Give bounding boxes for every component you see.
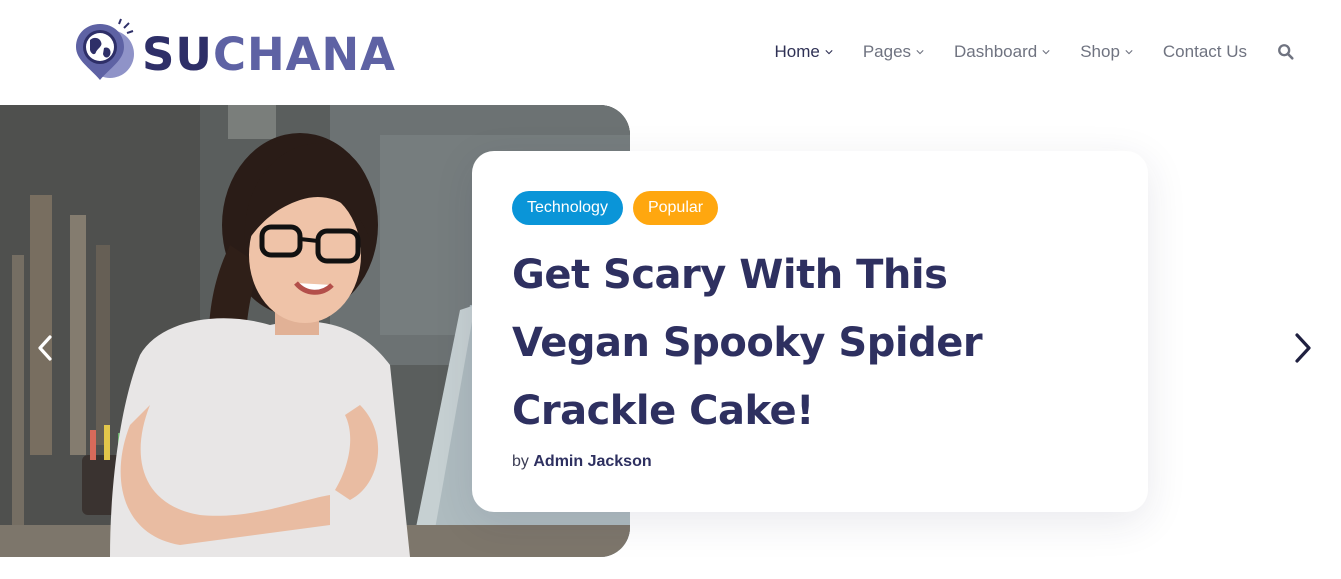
logo-prefix: SU	[142, 27, 213, 81]
main-nav: Home Pages Dashboard Shop Contact Us	[744, 40, 1295, 64]
post-title-line-1: Get Scary With This	[512, 252, 948, 298]
post-byline: by Admin Jackson	[512, 453, 652, 471]
nav-label-contact: Contact Us	[1162, 42, 1247, 61]
post-author[interactable]: Admin Jackson	[533, 453, 651, 470]
nav-label-dashboard: Dashboard	[954, 42, 1038, 61]
chevron-down-icon	[825, 50, 833, 55]
nav-item-contact[interactable]: Contact Us	[1163, 42, 1247, 62]
post-title-line-3: Crackle Cake!	[512, 388, 814, 434]
tag-popular[interactable]: Popular	[632, 191, 719, 225]
site-logo[interactable]: SU CHANA	[70, 18, 396, 84]
logo-wordmark: SU CHANA	[142, 32, 396, 77]
post-title[interactable]: Get Scary With This Vegan Spooky Spider Cr…	[512, 241, 1132, 445]
nav-item-home[interactable]: Home	[774, 42, 833, 62]
tag-technology[interactable]: Technology	[512, 191, 623, 225]
search-icon[interactable]	[1277, 43, 1295, 61]
chevron-down-icon	[916, 50, 924, 55]
post-title-line-2: Vegan Spooky Spider	[512, 320, 983, 366]
nav-item-shop[interactable]: Shop	[1080, 42, 1133, 62]
nav-label-home: Home	[774, 42, 820, 61]
byline-prefix: by	[512, 453, 529, 470]
globe-pin-icon	[70, 18, 136, 84]
nav-item-pages[interactable]: Pages	[863, 42, 924, 62]
featured-post-card: Technology Popular Get Scary With This Ve…	[472, 151, 1148, 512]
nav-label-shop: Shop	[1080, 42, 1120, 61]
chevron-right-icon[interactable]	[1291, 330, 1317, 366]
logo-suffix: CHANA	[212, 27, 396, 81]
chevron-down-icon	[1125, 50, 1133, 55]
chevron-down-icon	[1042, 50, 1050, 55]
chevron-left-icon[interactable]	[32, 330, 58, 366]
nav-item-dashboard[interactable]: Dashboard	[954, 42, 1050, 62]
nav-label-pages: Pages	[862, 42, 912, 61]
post-tags: Technology Popular	[512, 191, 728, 225]
